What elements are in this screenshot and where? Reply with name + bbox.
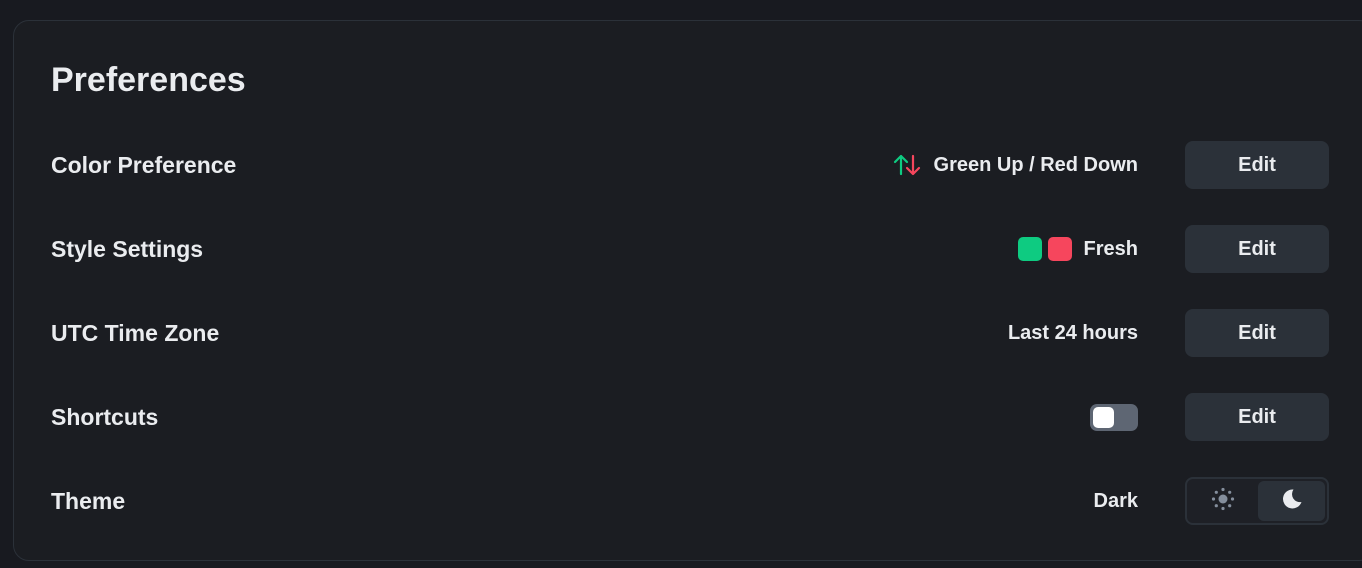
page-title: Preferences — [51, 61, 246, 99]
theme-text: Dark — [1093, 489, 1138, 512]
theme-light-option[interactable] — [1189, 481, 1256, 521]
theme-switch — [1185, 477, 1329, 525]
row-utc-time-zone: UTC Time Zone Last 24 hours Edit — [51, 309, 1329, 357]
moon-icon — [1280, 487, 1304, 516]
sun-icon — [1210, 486, 1236, 517]
shortcuts-label: Shortcuts — [51, 404, 159, 430]
style-settings-edit-button[interactable]: Edit — [1185, 225, 1329, 273]
style-swatches — [1017, 237, 1072, 261]
utc-time-zone-text: Last 24 hours — [1007, 321, 1138, 344]
utc-time-zone-label: UTC Time Zone — [51, 320, 220, 346]
theme-dark-option[interactable] — [1258, 481, 1325, 521]
row-color-preference: Color Preference Green Up / Red Down Edi… — [51, 141, 1329, 189]
style-settings-label: Style Settings — [51, 236, 204, 262]
down-color-swatch — [1047, 237, 1072, 261]
shortcuts-edit-button[interactable]: Edit — [1185, 393, 1329, 441]
up-color-swatch — [1017, 237, 1042, 261]
row-shortcuts: Shortcuts Edit — [51, 393, 1329, 441]
utc-time-zone-value: Last 24 hours — [1008, 309, 1138, 357]
row-style-settings: Style Settings Fresh Edit — [51, 225, 1329, 273]
color-preference-label: Color Preference — [51, 152, 237, 178]
shortcuts-toggle[interactable] — [1090, 403, 1138, 431]
utc-time-zone-edit-button[interactable]: Edit — [1185, 309, 1329, 357]
style-settings-text: Fresh — [1083, 237, 1138, 260]
toggle-knob — [1093, 406, 1114, 428]
row-theme: Theme Dark — [51, 477, 1329, 525]
style-settings-value: Fresh — [1017, 225, 1138, 273]
up-down-arrows-icon — [892, 152, 922, 178]
color-preference-value: Green Up / Red Down — [892, 141, 1138, 189]
theme-value: Dark — [1094, 477, 1138, 525]
theme-label: Theme — [51, 488, 126, 514]
color-preference-text: Green Up / Red Down — [933, 153, 1138, 176]
color-preference-edit-button[interactable]: Edit — [1185, 141, 1329, 189]
shortcuts-value — [1090, 393, 1138, 441]
preferences-card: Preferences Color Preference Green Up / … — [13, 20, 1362, 561]
